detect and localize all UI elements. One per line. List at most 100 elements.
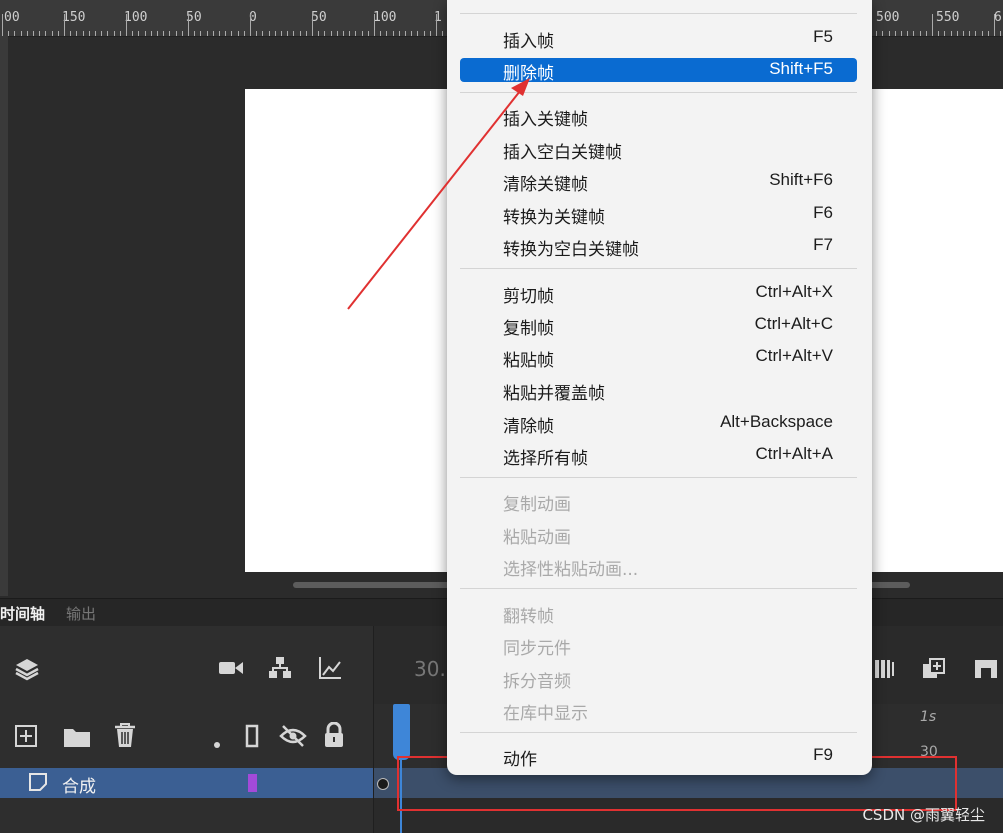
- menu-item-insert-keyframe[interactable]: 插入关键帧: [460, 104, 857, 130]
- menu-item-clear-frames[interactable]: 清除帧 Alt+Backspace: [460, 411, 857, 437]
- layers-icon[interactable]: [14, 656, 40, 687]
- ruler-tick: [64, 14, 65, 36]
- ruler-tick: [355, 31, 357, 36]
- ruler-tick: [349, 31, 351, 36]
- camera-icon[interactable]: [218, 658, 244, 683]
- menu-item-paste-motion-special[interactable]: 选择性粘贴动画...: [460, 554, 857, 580]
- menu-item-paste-motion[interactable]: 粘贴动画: [460, 522, 857, 548]
- menu-separator: [460, 268, 857, 269]
- menu-item-insert-blank-keyframe[interactable]: 插入空白关键帧: [460, 137, 857, 163]
- dot-icon[interactable]: [213, 732, 221, 754]
- layer-panel: [0, 626, 374, 833]
- ruler-tick: [188, 14, 189, 36]
- menu-item-clear-keyframe[interactable]: 清除关键帧 Shift+F6: [460, 169, 857, 195]
- ruler-tick: [274, 31, 276, 36]
- menu-item-paste-frames[interactable]: 粘贴帧 Ctrl+Alt+V: [460, 345, 857, 371]
- ruler-tick: [51, 31, 53, 36]
- ruler-tick: [95, 31, 96, 36]
- menu-item-show-in-library[interactable]: 在库中显示: [460, 698, 857, 724]
- ruler-tick: [237, 31, 239, 36]
- ruler-tick: [386, 31, 388, 36]
- ruler-tick: [2, 14, 3, 36]
- ruler-tick: [299, 31, 301, 36]
- ruler-tick: [901, 31, 902, 36]
- ruler-tick: [956, 31, 958, 36]
- ruler-tick: [243, 31, 245, 36]
- ruler-tick: [57, 31, 59, 36]
- ruler-tick: [436, 14, 437, 36]
- ruler-tick: [206, 31, 208, 36]
- menu-separator: [460, 477, 857, 478]
- ruler-label: 50: [311, 10, 327, 25]
- ruler-tick: [882, 31, 884, 36]
- layer-color-swatch[interactable]: [248, 774, 257, 792]
- menu-item-select-all-frames[interactable]: 选择所有帧 Ctrl+Alt+A: [460, 443, 857, 469]
- ruler-tick: [392, 31, 394, 36]
- menu-item-copy-motion[interactable]: 复制动画: [460, 489, 857, 515]
- ruler-tick: [119, 31, 121, 36]
- tab-timeline[interactable]: 时间轴: [0, 603, 45, 624]
- ruler-tick: [907, 31, 909, 36]
- eye-hidden-icon[interactable]: [279, 724, 307, 753]
- tab-output[interactable]: 输出: [66, 603, 96, 624]
- outline-icon[interactable]: [245, 724, 259, 753]
- lock-icon[interactable]: [323, 721, 345, 753]
- playhead[interactable]: [393, 704, 410, 760]
- menu-item-copy-frames[interactable]: 复制帧 Ctrl+Alt+C: [460, 313, 857, 339]
- ruler-tick: [150, 31, 152, 36]
- ruler-tick: [76, 31, 78, 36]
- layer-row[interactable]: 合成: [0, 768, 373, 798]
- menu-separator: [460, 13, 857, 14]
- frame-time-label: 1s: [920, 709, 937, 725]
- ruler-tick: [336, 31, 338, 36]
- ruler-tick: [318, 31, 320, 36]
- menu-item-convert-to-blank-keyframe[interactable]: 转换为空白关键帧 F7: [460, 234, 857, 260]
- loop-icon[interactable]: [974, 658, 998, 685]
- ruler-tick: [20, 31, 22, 36]
- menu-item-synchronize-symbols[interactable]: 同步元件: [460, 633, 857, 659]
- ruler-tick: [225, 31, 227, 36]
- ruler-tick: [33, 31, 34, 36]
- ruler-tick: [969, 31, 971, 36]
- ruler-tick: [138, 31, 140, 36]
- onion-skin-icon[interactable]: [874, 658, 896, 685]
- ruler-tick: [913, 31, 915, 36]
- ruler-label: 500: [876, 10, 900, 25]
- menu-item-insert-frame[interactable]: 插入帧 F5: [460, 26, 857, 52]
- ruler-tick: [113, 31, 115, 36]
- layer-icon: [28, 772, 48, 797]
- ruler-tick: [39, 31, 41, 36]
- ruler-tick: [101, 31, 103, 36]
- ruler-tick: [367, 31, 369, 36]
- menu-item-actions[interactable]: 动作 F9: [460, 744, 857, 770]
- menu-item-delete-frame[interactable]: 删除帧 Shift+F5: [460, 58, 857, 84]
- ruler-tick: [287, 31, 289, 36]
- ruler-tick: [361, 31, 363, 36]
- ruler-tick: [411, 31, 413, 36]
- keyframe-dot[interactable]: [377, 778, 389, 790]
- graph-icon[interactable]: [318, 656, 342, 685]
- ruler-label: 550: [936, 10, 960, 25]
- ruler-tick: [219, 31, 220, 36]
- ruler-tick: [268, 31, 270, 36]
- ruler-tick: [398, 31, 400, 36]
- trash-icon[interactable]: [112, 722, 138, 753]
- menu-separator: [460, 732, 857, 733]
- ruler-tick: [132, 31, 134, 36]
- menu-item-paste-overwrite-frames[interactable]: 粘贴并覆盖帧: [460, 378, 857, 404]
- ruler-tick: [305, 31, 307, 36]
- folder-icon[interactable]: [63, 726, 91, 753]
- ruler-tick: [324, 31, 326, 36]
- ruler-tick: [200, 31, 202, 36]
- menu-item-reverse-frames[interactable]: 翻转帧: [460, 601, 857, 627]
- hierarchy-icon[interactable]: [268, 656, 292, 685]
- menu-item-convert-to-keyframe[interactable]: 转换为关键帧 F6: [460, 202, 857, 228]
- ruler-tick: [250, 14, 251, 36]
- edit-multiple-frames-icon[interactable]: [921, 656, 947, 687]
- add-layer-icon[interactable]: [14, 724, 38, 753]
- menu-item-split-audio[interactable]: 拆分音频: [460, 666, 857, 692]
- ruler-tick: [14, 31, 16, 36]
- ruler-tick: [157, 31, 158, 36]
- menu-item-cut-frames[interactable]: 剪切帧 Ctrl+Alt+X: [460, 281, 857, 307]
- layer-name[interactable]: 合成: [62, 772, 96, 797]
